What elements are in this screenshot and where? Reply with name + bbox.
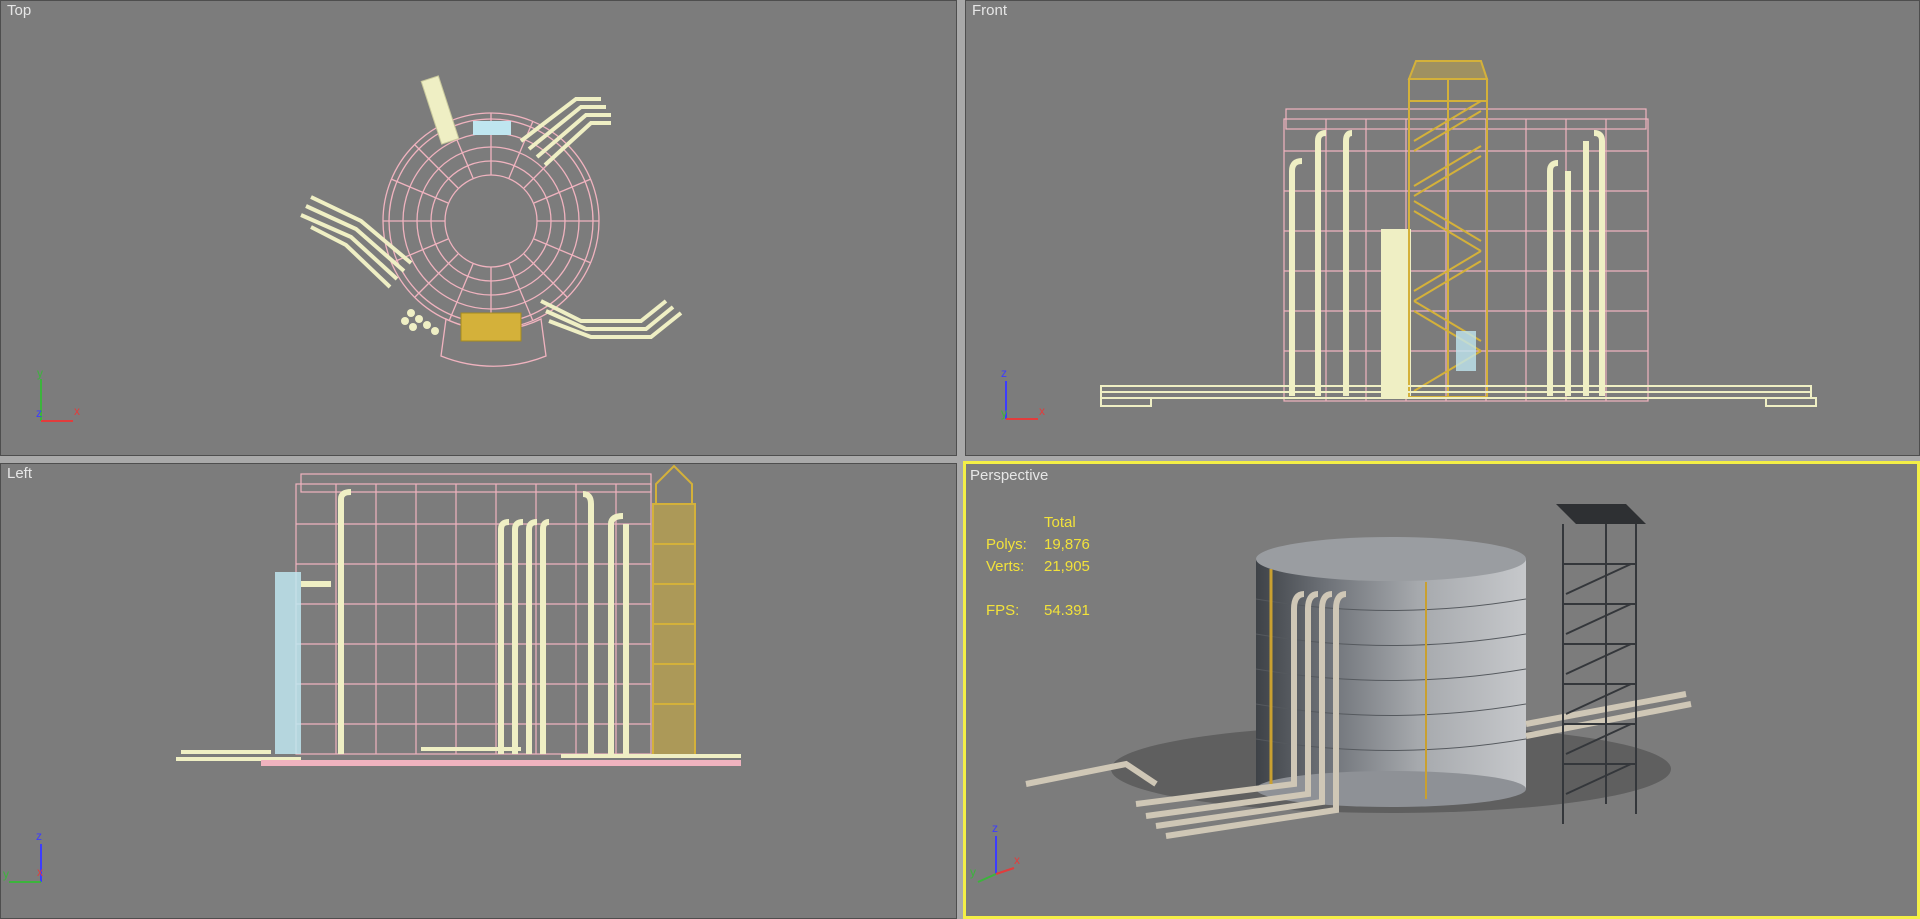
axis-label-z: z — [36, 406, 42, 420]
viewport-top[interactable]: Top y z x — [0, 0, 957, 456]
left-view-scene: z y x — [3, 464, 741, 883]
viewport-perspective[interactable]: Perspective Total Polys: 19,876 Verts: 2… — [963, 461, 1920, 919]
axis-gizmo-perspective: z y x — [970, 821, 1020, 883]
axis-label-y: y — [37, 366, 43, 380]
blue-fitting — [1456, 331, 1476, 371]
axis-label-y: y — [970, 865, 976, 879]
viewport-left[interactable]: Left z y x — [0, 463, 957, 919]
perspective-scene: z y x — [970, 504, 1692, 883]
axis-label-x: x — [1039, 404, 1045, 418]
axis-label-x: x — [37, 865, 43, 879]
axis-label-x: x — [1014, 853, 1020, 867]
vertical-vessel-side — [275, 572, 331, 754]
top-view-scene: y z x — [36, 75, 683, 422]
axis-label-z: z — [36, 829, 42, 843]
axis-gizmo-top: y z x — [36, 366, 80, 422]
stair-tower-plan — [460, 312, 522, 342]
axis-label-y: y — [3, 867, 9, 881]
viewport-front[interactable]: Front z y x — [965, 0, 1920, 456]
axis-label-z: z — [992, 821, 998, 835]
axis-gizmo-left: z y x — [3, 829, 43, 883]
axis-gizmo-front: z y x — [1001, 366, 1045, 420]
axis-label-x: x — [74, 404, 80, 418]
axis-label-y: y — [1001, 406, 1007, 420]
tank-base-side — [261, 760, 741, 766]
pipes-side — [338, 489, 629, 754]
stair-tower-side — [652, 464, 696, 757]
front-view-scene: z y x — [1001, 60, 1817, 420]
axis-label-z: z — [1001, 366, 1007, 380]
top-platform — [473, 121, 511, 135]
vertical-vessel — [1381, 229, 1411, 397]
tank-side-wireframe — [295, 473, 652, 755]
